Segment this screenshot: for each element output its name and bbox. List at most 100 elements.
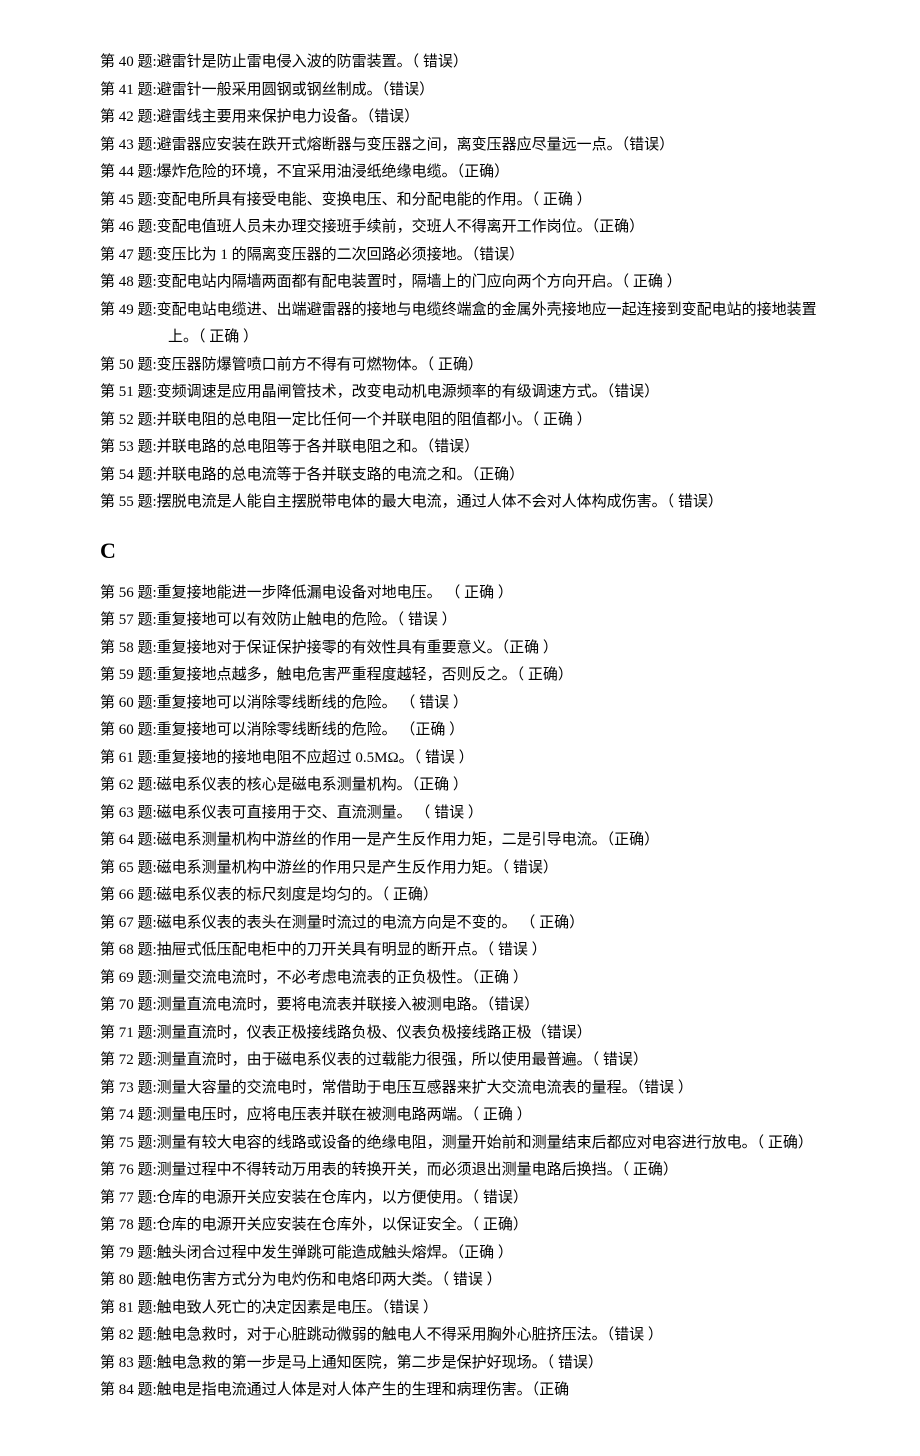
- question-number: 第 58 题:: [100, 636, 157, 662]
- question-text: 磁电系仪表的标尺刻度是均匀的。（ 正确）: [157, 883, 830, 909]
- question-number: 第 61 题:: [100, 746, 157, 772]
- question-item: 第 64 题: 磁电系测量机构中游丝的作用一是产生反作用力矩，二是引导电流。（正…: [100, 828, 830, 854]
- question-text: 测量直流时，仪表正极接线路负极、仪表负极接线路正极（错误）: [157, 1021, 830, 1047]
- question-text: 变频调速是应用晶闸管技术，改变电动机电源频率的有级调速方式。（错误）: [157, 380, 830, 406]
- question-number: 第 65 题:: [100, 856, 157, 882]
- question-number: 第 75 题:: [100, 1131, 157, 1157]
- question-text: 避雷器应安装在跌开式熔断器与变压器之间，离变压器应尽量远一点。（错误）: [157, 133, 830, 159]
- question-text: 变压比为 1 的隔离变压器的二次回路必须接地。（错误）: [157, 243, 830, 269]
- question-list-b: 第 56 题: 重复接地能进一步降低漏电设备对地电压。 （ 正确 ）第 57 题…: [100, 581, 830, 1404]
- question-item: 第 72 题: 测量直流时，由于磁电系仪表的过载能力很强，所以使用最普遍。（ 错…: [100, 1048, 830, 1074]
- question-item: 第 67 题: 磁电系仪表的表头在测量时流过的电流方向是不变的。 （ 正确）: [100, 911, 830, 937]
- question-text: 测量大容量的交流电时，常借助于电压互感器来扩大交流电流表的量程。（错误 ）: [157, 1076, 830, 1102]
- question-number: 第 41 题:: [100, 78, 157, 104]
- question-item: 第 61 题: 重复接地的接地电阻不应超过 0.5MΩ。（ 错误 ）: [100, 746, 830, 772]
- question-item: 第 47 题: 变压比为 1 的隔离变压器的二次回路必须接地。（错误）: [100, 243, 830, 269]
- question-text: 并联电阻的总电阻一定比任何一个并联电阻的阻值都小。（ 正确 ）: [157, 408, 830, 434]
- question-number: 第 40 题:: [100, 50, 157, 76]
- question-number: 第 76 题:: [100, 1158, 157, 1184]
- question-text: 触电致人死亡的决定因素是电压。（错误 ）: [157, 1296, 830, 1322]
- question-item: 第 63 题: 磁电系仪表可直接用于交、直流测量。 （ 错误 ）: [100, 801, 830, 827]
- question-item: 第 62 题: 磁电系仪表的核心是磁电系测量机构。（正确 ）: [100, 773, 830, 799]
- question-item: 第 79 题: 触头闭合过程中发生弹跳可能造成触头熔焊。（正确 ）: [100, 1241, 830, 1267]
- question-text: 触电伤害方式分为电灼伤和电烙印两大类。（ 错误 ）: [157, 1268, 830, 1294]
- question-item: 第 44 题: 爆炸危险的环境，不宜采用油浸纸绝缘电缆。（正确）: [100, 160, 830, 186]
- question-text: 爆炸危险的环境，不宜采用油浸纸绝缘电缆。（正确）: [157, 160, 830, 186]
- question-number: 第 82 题:: [100, 1323, 157, 1349]
- question-item: 第 82 题: 触电急救时，对于心脏跳动微弱的触电人不得采用胸外心脏挤压法。（错…: [100, 1323, 830, 1349]
- question-item: 第 66 题: 磁电系仪表的标尺刻度是均匀的。（ 正确）: [100, 883, 830, 909]
- question-text: 磁电系测量机构中游丝的作用一是产生反作用力矩，二是引导电流。（正确）: [157, 828, 830, 854]
- question-number: 第 47 题:: [100, 243, 157, 269]
- question-item: 第 56 题: 重复接地能进一步降低漏电设备对地电压。 （ 正确 ）: [100, 581, 830, 607]
- question-text: 避雷针一般采用圆钢或钢丝制成。（错误）: [157, 78, 830, 104]
- question-number: 第 57 题:: [100, 608, 157, 634]
- question-item: 第 73 题: 测量大容量的交流电时，常借助于电压互感器来扩大交流电流表的量程。…: [100, 1076, 830, 1102]
- question-text: 磁电系测量机构中游丝的作用只是产生反作用力矩。（ 错误）: [157, 856, 830, 882]
- question-text: 触电是指电流通过人体是对人体产生的生理和病理伤害。（正确: [157, 1378, 830, 1404]
- question-number: 第 60 题:: [100, 718, 157, 744]
- question-item: 第 71 题: 测量直流时，仪表正极接线路负极、仪表负极接线路正极（错误）: [100, 1021, 830, 1047]
- question-text: 变配电站电缆进、出端避雷器的接地与电缆终端盒的金属外壳接地应一起连接到变配电站的…: [157, 298, 830, 324]
- question-text: 变配电站内隔墙两面都有配电装置时，隔墙上的门应向两个方向开启。（ 正确 ）: [157, 270, 830, 296]
- question-number: 第 71 题:: [100, 1021, 157, 1047]
- question-number: 第 60 题:: [100, 691, 157, 717]
- question-text: 触电急救的第一步是马上通知医院，第二步是保护好现场。（ 错误）: [157, 1351, 830, 1377]
- question-item: 第 53 题: 并联电路的总电阻等于各并联电阻之和。（错误）: [100, 435, 830, 461]
- question-text: 测量过程中不得转动万用表的转换开关，而必须退出测量电路后换挡。（ 正确）: [157, 1158, 830, 1184]
- question-number: 第 44 题:: [100, 160, 157, 186]
- question-number: 第 79 题:: [100, 1241, 157, 1267]
- question-text: 触电急救时，对于心脏跳动微弱的触电人不得采用胸外心脏挤压法。（错误 ）: [157, 1323, 830, 1349]
- question-item: 第 55 题: 摆脱电流是人能自主摆脱带电体的最大电流，通过人体不会对人体构成伤…: [100, 490, 830, 516]
- question-item: 第 42 题: 避雷线主要用来保护电力设备。（错误）: [100, 105, 830, 131]
- question-text: 重复接地的接地电阻不应超过 0.5MΩ。（ 错误 ）: [157, 746, 830, 772]
- question-item: 第 54 题: 并联电路的总电流等于各并联支路的电流之和。（正确）: [100, 463, 830, 489]
- question-text: 并联电路的总电流等于各并联支路的电流之和。（正确）: [157, 463, 830, 489]
- question-item: 第 51 题: 变频调速是应用晶闸管技术，改变电动机电源频率的有级调速方式。（错…: [100, 380, 830, 406]
- question-number: 第 53 题:: [100, 435, 157, 461]
- section-heading-c: C: [100, 532, 830, 569]
- question-item: 第 74 题: 测量电压时，应将电压表并联在被测电路两端。（ 正确 ）: [100, 1103, 830, 1129]
- question-number: 第 48 题:: [100, 270, 157, 296]
- question-item: 第 60 题: 重复接地可以消除零线断线的危险。 （正确 ）: [100, 718, 830, 744]
- question-number: 第 81 题:: [100, 1296, 157, 1322]
- question-list-a: 第 40 题: 避雷针是防止雷电侵入波的防雷装置。（ 错误）第 41 题: 避雷…: [100, 50, 830, 516]
- question-text: 变压器防爆管喷口前方不得有可燃物体。（ 正确）: [157, 353, 830, 379]
- question-text: 测量直流时，由于磁电系仪表的过载能力很强，所以使用最普遍。（ 错误）: [157, 1048, 830, 1074]
- question-text: 测量交流电流时，不必考虑电流表的正负极性。（正确 ）: [157, 966, 830, 992]
- question-item: 第 52 题: 并联电阻的总电阻一定比任何一个并联电阻的阻值都小。（ 正确 ）: [100, 408, 830, 434]
- question-number: 第 50 题:: [100, 353, 157, 379]
- question-item: 第 41 题: 避雷针一般采用圆钢或钢丝制成。（错误）: [100, 78, 830, 104]
- question-text: 避雷针是防止雷电侵入波的防雷装置。（ 错误）: [157, 50, 830, 76]
- question-item: 第 78 题: 仓库的电源开关应安装在仓库外，以保证安全。（ 正确）: [100, 1213, 830, 1239]
- question-item: 第 75 题: 测量有较大电容的线路或设备的绝缘电阻，测量开始前和测量结束后都应…: [100, 1131, 830, 1157]
- question-number: 第 64 题:: [100, 828, 157, 854]
- question-text: 测量有较大电容的线路或设备的绝缘电阻，测量开始前和测量结束后都应对电容进行放电。…: [157, 1131, 830, 1157]
- question-number: 第 68 题:: [100, 938, 157, 964]
- question-text: 重复接地点越多，触电危害严重程度越轻，否则反之。（ 正确）: [157, 663, 830, 689]
- question-item: 第 45 题: 变配电所具有接受电能、变换电压、和分配电能的作用。（ 正确 ）: [100, 188, 830, 214]
- question-number: 第 62 题:: [100, 773, 157, 799]
- question-text: 变配电所具有接受电能、变换电压、和分配电能的作用。（ 正确 ）: [157, 188, 830, 214]
- question-text: 仓库的电源开关应安装在仓库外，以保证安全。（ 正确）: [157, 1213, 830, 1239]
- question-text: 磁电系仪表的核心是磁电系测量机构。（正确 ）: [157, 773, 830, 799]
- question-item: 第 76 题: 测量过程中不得转动万用表的转换开关，而必须退出测量电路后换挡。（…: [100, 1158, 830, 1184]
- question-number: 第 43 题:: [100, 133, 157, 159]
- question-text: 重复接地可以有效防止触电的危险。（ 错误 ）: [157, 608, 830, 634]
- question-item: 第 48 题: 变配电站内隔墙两面都有配电装置时，隔墙上的门应向两个方向开启。（…: [100, 270, 830, 296]
- question-item: 第 50 题: 变压器防爆管喷口前方不得有可燃物体。（ 正确）: [100, 353, 830, 379]
- question-item: 第 70 题: 测量直流电流时，要将电流表并联接入被测电路。（错误）: [100, 993, 830, 1019]
- question-text: 触头闭合过程中发生弹跳可能造成触头熔焊。（正确 ）: [157, 1241, 830, 1267]
- question-number: 第 54 题:: [100, 463, 157, 489]
- question-number: 第 46 题:: [100, 215, 157, 241]
- question-item: 第 49 题: 变配电站电缆进、出端避雷器的接地与电缆终端盒的金属外壳接地应一起…: [100, 298, 830, 324]
- question-item: 第 80 题: 触电伤害方式分为电灼伤和电烙印两大类。（ 错误 ）: [100, 1268, 830, 1294]
- question-item: 第 68 题: 抽屉式低压配电柜中的刀开关具有明显的断开点。（ 错误 ）: [100, 938, 830, 964]
- question-number: 第 72 题:: [100, 1048, 157, 1074]
- question-item: 第 59 题: 重复接地点越多，触电危害严重程度越轻，否则反之。（ 正确）: [100, 663, 830, 689]
- question-number: 第 52 题:: [100, 408, 157, 434]
- question-number: 第 42 题:: [100, 105, 157, 131]
- question-number: 第 49 题:: [100, 298, 157, 324]
- question-text: 仓库的电源开关应安装在仓库内，以方便使用。（ 错误）: [157, 1186, 830, 1212]
- question-text: 磁电系仪表的表头在测量时流过的电流方向是不变的。 （ 正确）: [157, 911, 830, 937]
